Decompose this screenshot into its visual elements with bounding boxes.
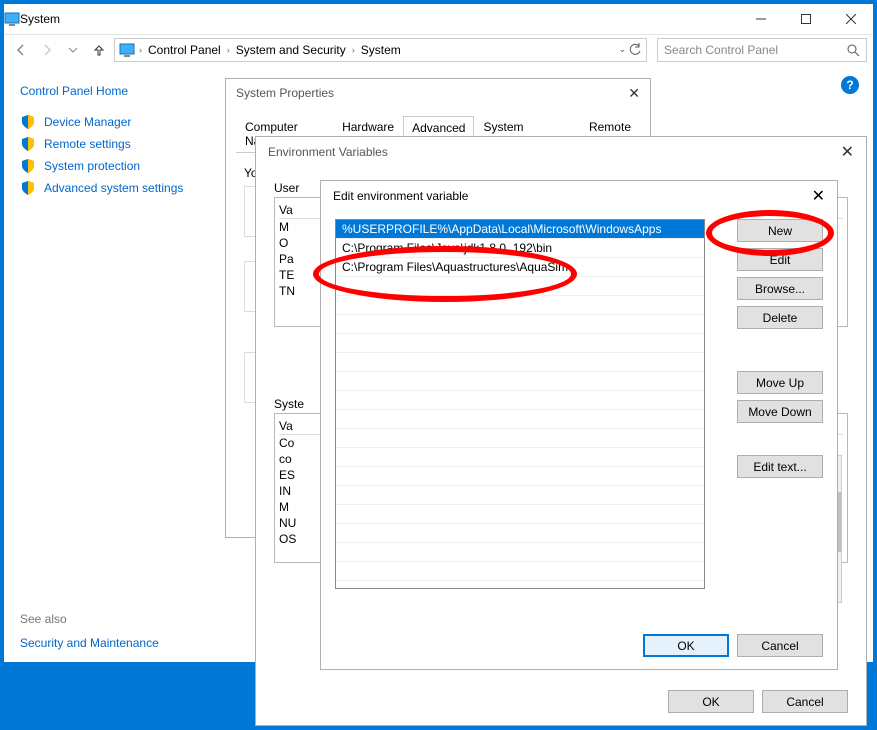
titlebar: System: [4, 4, 873, 34]
close-button[interactable]: [828, 4, 873, 34]
new-button[interactable]: New: [737, 219, 823, 242]
system-icon: [4, 11, 20, 27]
sp-title-text: System Properties: [236, 86, 334, 100]
ee-title-text: Edit environment variable: [333, 189, 468, 203]
window-title: System: [20, 12, 738, 26]
crumb-control-panel[interactable]: Control Panel: [144, 43, 225, 57]
path-entry-empty[interactable]: [336, 296, 704, 315]
cancel-button[interactable]: Cancel: [737, 634, 823, 657]
crumb-system[interactable]: System: [357, 43, 405, 57]
path-entry-empty[interactable]: [336, 543, 704, 562]
recent-button[interactable]: [62, 39, 84, 61]
delete-button[interactable]: Delete: [737, 306, 823, 329]
link-label: Advanced system settings: [44, 181, 183, 195]
close-icon[interactable]: ✕: [812, 186, 825, 206]
security-maintenance-link[interactable]: Security and Maintenance: [20, 636, 159, 650]
move-down-button[interactable]: Move Down: [737, 400, 823, 423]
edit-text-button[interactable]: Edit text...: [737, 455, 823, 478]
ok-button[interactable]: OK: [643, 634, 729, 657]
path-entry-empty[interactable]: [336, 372, 704, 391]
left-panel: Control Panel Home Device Manager Remote…: [4, 66, 214, 220]
path-entry-empty[interactable]: [336, 353, 704, 372]
link-label: System protection: [44, 159, 140, 173]
ev-bottom-buttons: OK Cancel: [668, 690, 848, 713]
browse-button[interactable]: Browse...: [737, 277, 823, 300]
path-entry-empty[interactable]: [336, 391, 704, 410]
ok-button[interactable]: OK: [668, 690, 754, 713]
path-entry-empty[interactable]: [336, 334, 704, 353]
help-icon[interactable]: ?: [841, 76, 859, 94]
up-button[interactable]: [88, 39, 110, 61]
chevron-right-icon[interactable]: ›: [137, 45, 144, 55]
ee-body: %USERPROFILE%\AppData\Local\Microsoft\Wi…: [321, 211, 837, 629]
move-up-button[interactable]: Move Up: [737, 371, 823, 394]
link-remote-settings[interactable]: Remote settings: [20, 136, 198, 152]
shield-icon: [20, 158, 36, 174]
cancel-button[interactable]: Cancel: [762, 690, 848, 713]
search-placeholder: Search Control Panel: [664, 43, 778, 57]
path-entry-empty[interactable]: [336, 467, 704, 486]
chevron-right-icon[interactable]: ›: [225, 45, 232, 55]
address-bar[interactable]: › Control Panel › System and Security › …: [114, 38, 647, 62]
path-entry-empty[interactable]: [336, 448, 704, 467]
path-entry-empty[interactable]: [336, 277, 704, 296]
ee-button-column: New Edit Browse... Delete Move Up Move D…: [737, 219, 823, 478]
maximize-button[interactable]: [783, 4, 828, 34]
path-entry-empty[interactable]: [336, 315, 704, 334]
search-icon[interactable]: [846, 43, 860, 57]
link-label: Device Manager: [44, 115, 131, 129]
shield-icon: [20, 136, 36, 152]
path-entry-empty[interactable]: [336, 429, 704, 448]
nav-bar: › Control Panel › System and Security › …: [4, 34, 873, 64]
ee-titlebar: Edit environment variable ✕: [321, 181, 837, 211]
crumb-system-security[interactable]: System and Security: [232, 43, 350, 57]
ev-titlebar: Environment Variables ✕: [256, 137, 866, 167]
minimize-button[interactable]: [738, 4, 783, 34]
search-input[interactable]: Search Control Panel: [657, 38, 867, 62]
path-listbox[interactable]: %USERPROFILE%\AppData\Local\Microsoft\Wi…: [335, 219, 705, 589]
link-device-manager[interactable]: Device Manager: [20, 114, 198, 130]
path-entry[interactable]: C:\Program Files\Java\jdk1.8.0_192\bin: [336, 239, 704, 258]
link-system-protection[interactable]: System protection: [20, 158, 198, 174]
refresh-icon[interactable]: [628, 43, 642, 57]
shield-icon: [20, 180, 36, 196]
path-entry-empty[interactable]: [336, 524, 704, 543]
ee-bottom-buttons: OK Cancel: [643, 634, 823, 657]
path-entry-empty[interactable]: [336, 486, 704, 505]
path-entry-selected[interactable]: %USERPROFILE%\AppData\Local\Microsoft\Wi…: [336, 220, 704, 239]
link-label: Remote settings: [44, 137, 131, 151]
path-entry[interactable]: C:\Program Files\Aquastructures\AquaSim: [336, 258, 704, 277]
forward-button[interactable]: [36, 39, 58, 61]
path-entry-empty[interactable]: [336, 505, 704, 524]
path-entry-empty[interactable]: [336, 410, 704, 429]
close-icon[interactable]: ✕: [841, 142, 854, 162]
chevron-right-icon[interactable]: ›: [350, 45, 357, 55]
sp-titlebar: System Properties ✕: [226, 79, 650, 107]
edit-env-dialog: Edit environment variable ✕ %USERPROFILE…: [320, 180, 838, 670]
shield-icon: [20, 114, 36, 130]
edit-button[interactable]: Edit: [737, 248, 823, 271]
see-also-label: See also: [20, 612, 67, 626]
back-button[interactable]: [10, 39, 32, 61]
link-advanced-settings[interactable]: Advanced system settings: [20, 180, 198, 196]
control-panel-home[interactable]: Control Panel Home: [20, 84, 198, 98]
path-entry-empty[interactable]: [336, 562, 704, 581]
addr-icon: [119, 42, 135, 58]
close-icon[interactable]: ✕: [628, 85, 640, 102]
ev-title-text: Environment Variables: [268, 145, 388, 159]
chevron-down-icon[interactable]: ⌄: [618, 44, 626, 55]
